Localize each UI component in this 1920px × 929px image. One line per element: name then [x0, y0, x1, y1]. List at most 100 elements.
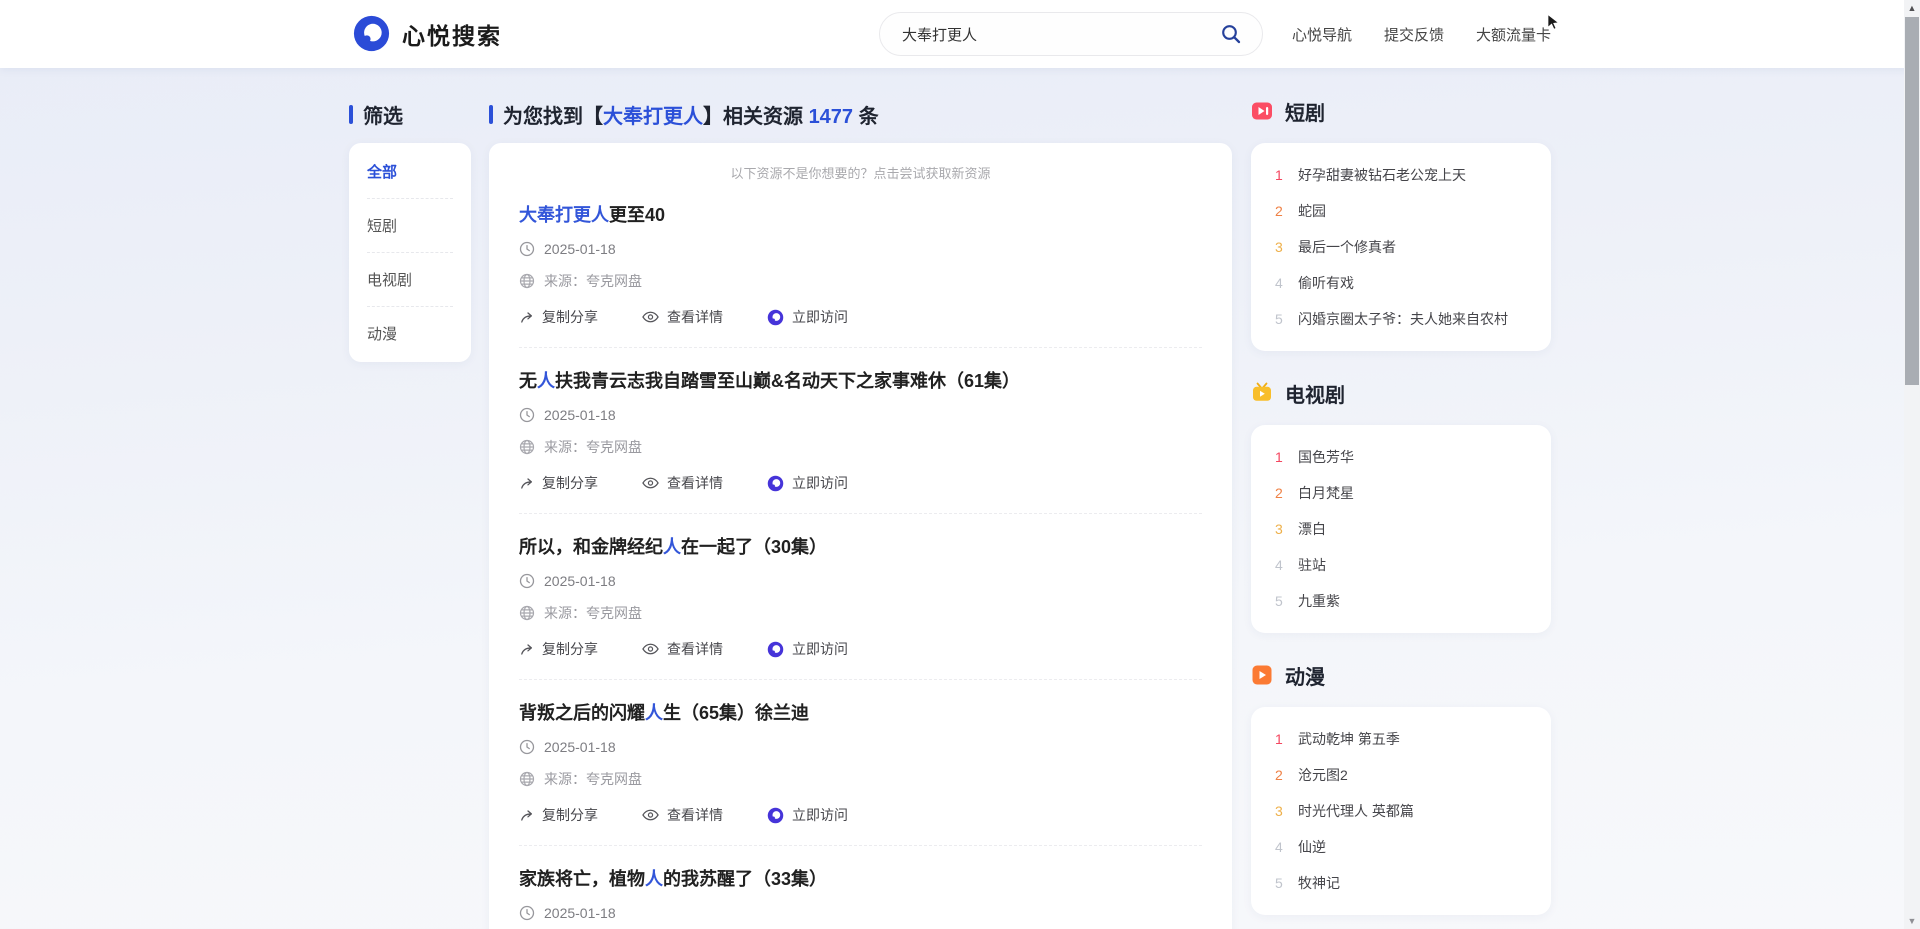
- result-source: 来源：夸克网盘: [544, 603, 642, 623]
- filter-option-3[interactable]: 动漫: [367, 307, 453, 360]
- plain-text: 为您找到【: [503, 106, 603, 128]
- filter-option-0[interactable]: 全部: [367, 145, 453, 199]
- ranking-title: 短剧: [1285, 97, 1325, 126]
- ranking-item[interactable]: 2蛇园: [1251, 193, 1551, 229]
- rank-item-title: 驻站: [1298, 555, 1326, 575]
- filter-option-1[interactable]: 短剧: [367, 199, 453, 253]
- result-title-link[interactable]: 无人扶我青云志我自踏雪至山巅&名动天下之家事难休（61集）: [519, 369, 1202, 393]
- ranking-item[interactable]: 3时光代理人 英都篇: [1251, 793, 1551, 829]
- ranking-item[interactable]: 4仙逆: [1251, 829, 1551, 865]
- view-detail-button-label: 查看详情: [667, 473, 723, 493]
- search-button[interactable]: [1214, 17, 1248, 51]
- view-detail-button[interactable]: 查看详情: [642, 805, 723, 825]
- rank-number: 5: [1275, 311, 1285, 327]
- nav-link-feedback[interactable]: 提交反馈: [1384, 24, 1444, 45]
- clock-icon: [519, 241, 535, 257]
- search-input[interactable]: [902, 26, 1214, 43]
- rank-number: 2: [1275, 203, 1285, 219]
- visit-now-button[interactable]: 立即访问: [767, 639, 848, 659]
- plain-text: 无: [519, 371, 537, 391]
- ranking-heading-2: 动漫: [1251, 663, 1551, 687]
- ranking-item[interactable]: 1国色芳华: [1251, 439, 1551, 475]
- copy-share-button-label: 复制分享: [542, 805, 598, 825]
- plain-text: 在一起了（30集）: [681, 537, 827, 557]
- rank-item-title: 偷听有戏: [1298, 273, 1354, 293]
- top-nav: 心悦导航 提交反馈 大额流量卡: [1292, 0, 1551, 68]
- view-detail-button-label: 查看详情: [667, 307, 723, 327]
- highlighted-text: 1477: [809, 106, 854, 128]
- visit-now-button-label: 立即访问: [792, 639, 848, 659]
- globe-icon: [519, 771, 535, 787]
- result-title-link[interactable]: 大奉打更人更至40: [519, 203, 1202, 227]
- rank-item-title: 九重紫: [1298, 591, 1340, 611]
- result-source-row: 来源：夸克网盘: [519, 437, 1202, 457]
- visit-icon: [767, 309, 784, 326]
- plain-text: 更至40: [609, 205, 665, 225]
- result-title-link[interactable]: 家族将亡，植物人的我苏醒了（33集）: [519, 867, 1202, 891]
- result-title-link[interactable]: 所以，和金牌经纪人在一起了（30集）: [519, 535, 1202, 559]
- view-detail-button[interactable]: 查看详情: [642, 307, 723, 327]
- nav-link-data-card[interactable]: 大额流量卡: [1476, 24, 1551, 45]
- ranking-item[interactable]: 5牧神记: [1251, 865, 1551, 901]
- filter-title: 筛选: [363, 100, 403, 129]
- visit-icon: [767, 807, 784, 824]
- tv-icon: [1251, 382, 1273, 404]
- ranking-item[interactable]: 4驻站: [1251, 547, 1551, 583]
- copy-share-button-label: 复制分享: [542, 307, 598, 327]
- ranking-item[interactable]: 2沧元图2: [1251, 757, 1551, 793]
- scrollbar[interactable]: ▲ ▼: [1904, 0, 1920, 929]
- ranking-item[interactable]: 3漂白: [1251, 511, 1551, 547]
- ranking-item[interactable]: 5闪婚京圈太子爷：夫人她来自农村: [1251, 301, 1551, 337]
- share-icon: [519, 310, 534, 325]
- globe-icon: [519, 273, 535, 289]
- visit-icon: [767, 475, 784, 492]
- refresh-notice-link[interactable]: 以下资源不是你想要的？点击尝试获取新资源: [519, 163, 1202, 182]
- filter-option-2[interactable]: 电视剧: [367, 253, 453, 307]
- eye-icon: [642, 643, 659, 655]
- view-detail-button[interactable]: 查看详情: [642, 639, 723, 659]
- copy-share-button[interactable]: 复制分享: [519, 307, 598, 327]
- filter-card: 全部短剧电视剧动漫: [349, 143, 471, 362]
- filter-list: 全部短剧电视剧动漫: [367, 145, 453, 360]
- clock-icon: [519, 407, 535, 423]
- results-card: 以下资源不是你想要的？点击尝试获取新资源 大奉打更人更至40 2025-01-18…: [489, 143, 1232, 929]
- ranking-item[interactable]: 2白月梵星: [1251, 475, 1551, 511]
- ranking-heading-1: 电视剧: [1251, 381, 1551, 405]
- visit-now-button[interactable]: 立即访问: [767, 307, 848, 327]
- result-date-row: 2025-01-18: [519, 239, 1202, 259]
- results-heading: 为您找到【大奉打更人】相关资源 1477 条: [489, 100, 879, 129]
- copy-share-button[interactable]: 复制分享: [519, 473, 598, 493]
- visit-now-button[interactable]: 立即访问: [767, 473, 848, 493]
- view-detail-button[interactable]: 查看详情: [642, 473, 723, 493]
- result-date-row: 2025-01-18: [519, 903, 1202, 923]
- ranking-item[interactable]: 1武动乾坤 第五季: [1251, 721, 1551, 757]
- ranking-card-2: 1武动乾坤 第五季2沧元图23时光代理人 英都篇4仙逆5牧神记: [1251, 707, 1551, 915]
- logo[interactable]: 心悦搜索: [353, 15, 502, 52]
- result-title-link[interactable]: 背叛之后的闪耀人生（65集）徐兰迪: [519, 701, 1202, 725]
- share-icon: [519, 476, 534, 491]
- top-header: 心悦搜索 心悦导航 提交反馈 大额流量卡: [0, 0, 1920, 68]
- copy-share-button[interactable]: 复制分享: [519, 805, 598, 825]
- scrollbar-thumb[interactable]: [1905, 17, 1919, 385]
- visit-icon: [767, 641, 784, 658]
- rank-item-title: 武动乾坤 第五季: [1298, 729, 1400, 749]
- rank-number: 4: [1275, 839, 1285, 855]
- highlighted-text: 人: [645, 703, 663, 723]
- result-date: 2025-01-18: [544, 573, 616, 589]
- visit-now-button[interactable]: 立即访问: [767, 805, 848, 825]
- ranking-item[interactable]: 3最后一个修真者: [1251, 229, 1551, 265]
- ranking-item[interactable]: 5九重紫: [1251, 583, 1551, 619]
- ranking-item[interactable]: 1好孕甜妻被钻石老公宠上天: [1251, 157, 1551, 193]
- eye-icon: [642, 809, 659, 821]
- plain-text: 的我苏醒了（33集）: [663, 869, 827, 889]
- result-source-row: 来源：夸克网盘: [519, 603, 1202, 623]
- result-date: 2025-01-18: [544, 407, 616, 423]
- view-detail-button-label: 查看详情: [667, 639, 723, 659]
- ranking-item[interactable]: 4偷听有戏: [1251, 265, 1551, 301]
- copy-share-button[interactable]: 复制分享: [519, 639, 598, 659]
- scroll-up-button[interactable]: ▲: [1904, 0, 1920, 16]
- scroll-down-button[interactable]: ▼: [1904, 913, 1920, 929]
- nav-link-navigation[interactable]: 心悦导航: [1292, 24, 1352, 45]
- anime-icon: [1251, 664, 1273, 686]
- logo-text: 心悦搜索: [402, 17, 502, 51]
